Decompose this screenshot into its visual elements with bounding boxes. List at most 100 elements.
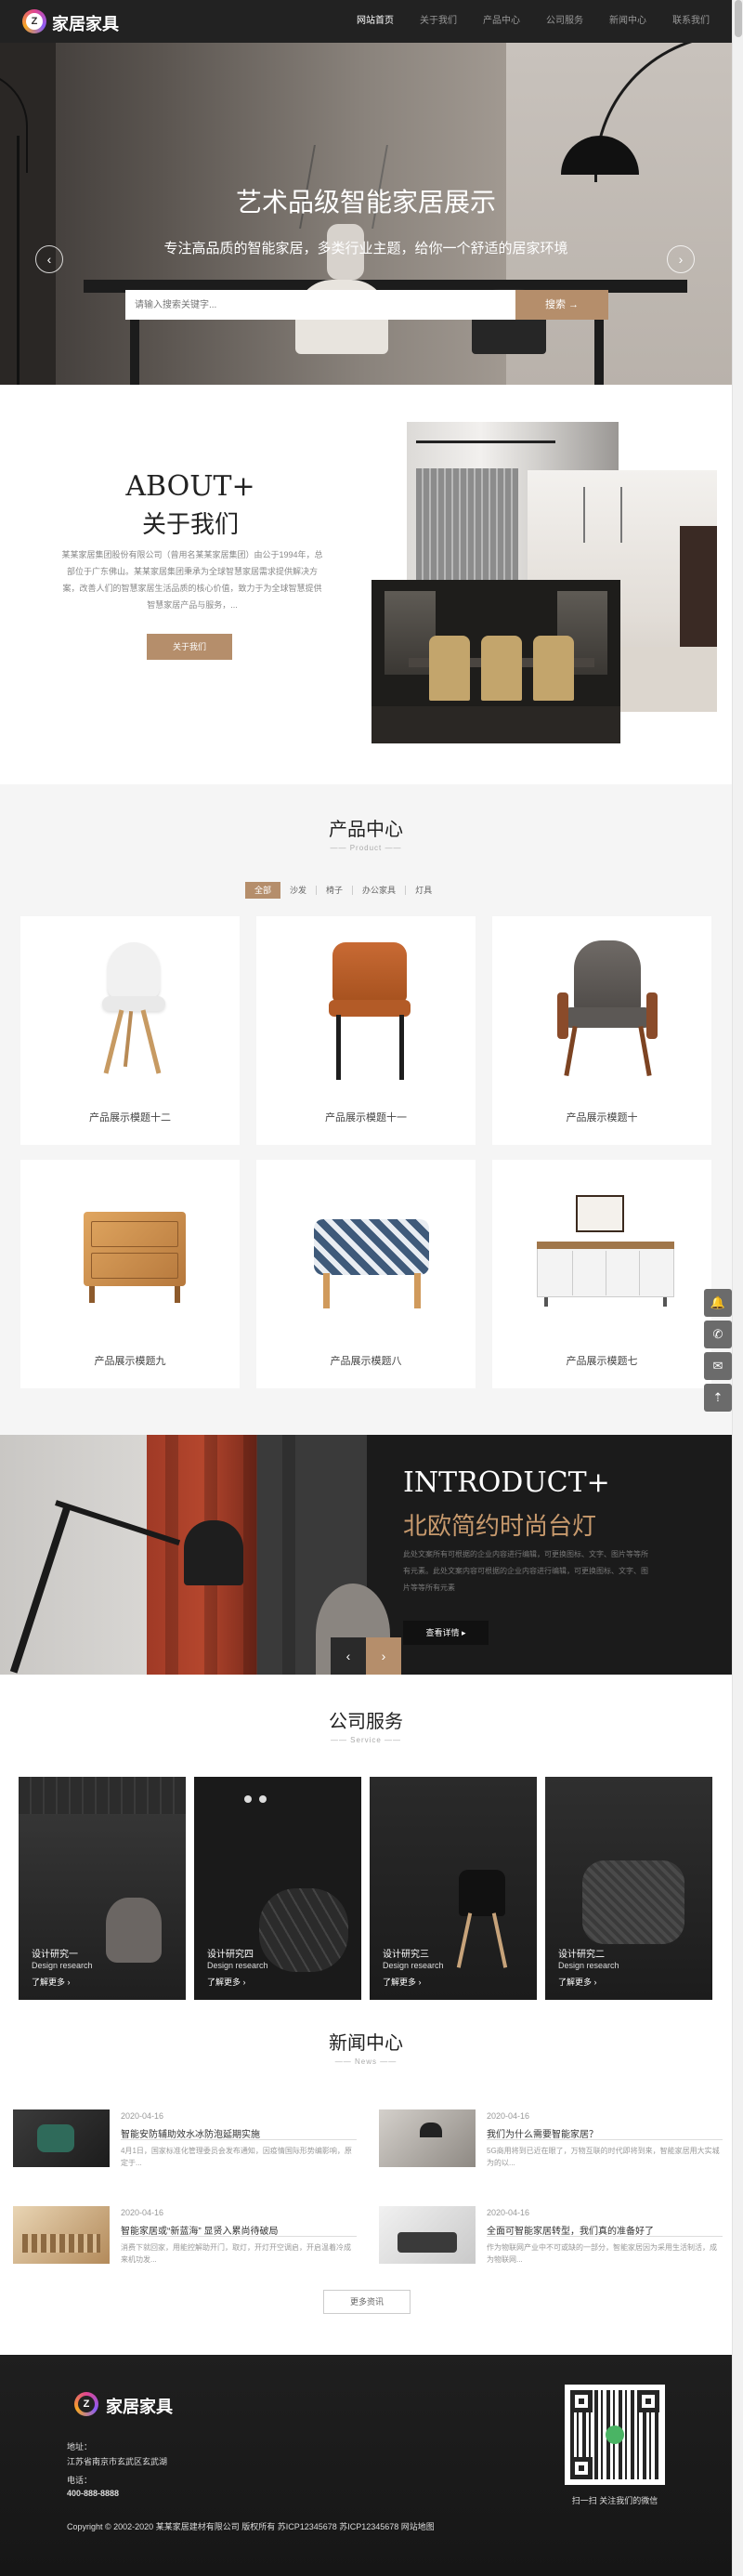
curtain-fold xyxy=(282,1435,295,1675)
hero-next-arrow[interactable]: › xyxy=(667,245,695,273)
tab-all[interactable]: 全部 xyxy=(245,882,281,899)
cabinet xyxy=(680,526,717,647)
news-title-link[interactable]: 智能家居或“新蓝海” 显贤入累尚待破局 xyxy=(121,2223,278,2237)
logo-text[interactable]: 家居家具 xyxy=(52,11,119,35)
news-subtitle: —— News —— xyxy=(334,2057,398,2066)
logo-letter: Z xyxy=(26,13,43,30)
product-image-ottoman xyxy=(292,1176,440,1344)
product-card[interactable]: 产品展示模题七 xyxy=(492,1160,711,1388)
news-item[interactable]: 2020-04-16 智能安防辅助效水冰防泡延期实施 4月1日，国家标准化管理委… xyxy=(13,2109,357,2175)
header: Z 家居家具 网站首页 关于我们 产品中心 公司服务 新闻中心 联系我们 xyxy=(0,0,732,43)
intro-title-en: INTRODUCT+ xyxy=(403,1466,610,1499)
page-scrollbar[interactable] xyxy=(732,0,743,2576)
arrow-right-icon: → xyxy=(568,299,580,310)
about-description: 某某家居集团股份有限公司（曾用名某某家居集团）由公于1994年，总部位于广东佛山… xyxy=(61,550,323,610)
back-to-top-icon[interactable]: ⇡ xyxy=(704,1384,732,1412)
hero-title: 艺术品级智能家居展示 xyxy=(235,187,496,217)
intro-section: INTRODUCT+ 北欧简约时尚台灯 此处文案所有可根据的企业内容进行编辑，可… xyxy=(0,1435,732,1675)
product-card[interactable]: 产品展示模题十一 xyxy=(256,916,476,1145)
service-subtitle: Design research xyxy=(558,1961,619,1970)
service-title: 设计研究四 xyxy=(207,1950,254,1960)
footer-logo-icon[interactable]: Z xyxy=(74,2392,98,2416)
news-date: 2020-04-16 xyxy=(487,2208,530,2217)
phone-label: 电话： xyxy=(67,2476,93,2485)
service-title: 设计研究三 xyxy=(383,1950,429,1960)
footer: Z 家居家具 地址： 江苏省南京市玄武区玄武湖 电话： 400-888-8888… xyxy=(0,2355,732,2576)
more-news-button[interactable]: 更多资讯 xyxy=(323,2290,411,2314)
product-name: 产品展示模题九 xyxy=(94,1356,166,1367)
hero-banner: 艺术品级智能家居展示 专注高品质的智能家居，多类行业主题，给你一个舒适的居家环境… xyxy=(0,43,732,385)
divider xyxy=(121,2236,357,2237)
product-card[interactable]: 产品展示模题十 xyxy=(492,916,711,1145)
services-subtitle: —— Service —— xyxy=(330,1736,402,1744)
bell-icon[interactable]: 🔔 xyxy=(704,1289,732,1317)
divider xyxy=(487,2236,723,2237)
logo-icon[interactable]: Z xyxy=(22,9,46,33)
nav-item-about[interactable]: 关于我们 xyxy=(407,0,470,43)
phone-icon[interactable]: ✆ xyxy=(704,1321,732,1348)
search-input[interactable] xyxy=(125,290,515,320)
nav-item-products[interactable]: 产品中心 xyxy=(470,0,533,43)
product-card[interactable]: 产品展示模题八 xyxy=(256,1160,476,1388)
news-item[interactable]: 2020-04-16 智能家居或“新蓝海” 显贤入累尚待破局 消费下就回家，用能… xyxy=(13,2206,357,2271)
intro-next-arrow[interactable]: › xyxy=(366,1637,401,1675)
qr-corner xyxy=(637,2390,659,2412)
page: Z 家居家具 网站首页 关于我们 产品中心 公司服务 新闻中心 联系我们 艺术品… xyxy=(0,0,743,2576)
product-name: 产品展示模题八 xyxy=(330,1356,402,1367)
nav-item-contact[interactable]: 联系我们 xyxy=(659,0,723,43)
product-card[interactable]: 产品展示模题十二 xyxy=(20,916,240,1145)
products-title: 产品中心 xyxy=(329,820,403,840)
intro-prev-arrow[interactable]: ‹ xyxy=(331,1637,366,1675)
qr-corner xyxy=(570,2390,593,2412)
service-title: 设计研究一 xyxy=(32,1950,78,1960)
news-item[interactable]: 2020-04-16 我们为什么需要智能家居？ 5G商用将到已近在眼了，万物互联… xyxy=(379,2109,723,2175)
pendant-light xyxy=(583,487,585,543)
product-image-nightstand xyxy=(56,1176,204,1344)
main-nav: 网站首页 关于我们 产品中心 公司服务 新闻中心 联系我们 xyxy=(344,0,723,43)
service-subtitle: Design research xyxy=(32,1961,93,1970)
about-button[interactable]: 关于我们 xyxy=(147,634,232,660)
tab-chair[interactable]: 椅子 xyxy=(317,882,352,899)
qr-logo-icon xyxy=(606,2425,624,2444)
footer-logo-text[interactable]: 家居家具 xyxy=(106,2394,173,2418)
news-title-link[interactable]: 我们为什么需要智能家居？ xyxy=(487,2126,598,2140)
service-more-link[interactable]: 了解更多 › xyxy=(558,1976,597,1988)
service-card[interactable]: 设计研究三 Design research 了解更多 › xyxy=(370,1777,537,2000)
service-more-link[interactable]: 了解更多 › xyxy=(32,1976,71,1988)
wechat-icon[interactable]: ✉ xyxy=(704,1352,732,1380)
news-item[interactable]: 2020-04-16 全面可智能家居转型，我们真的准备好了 作为物联网产业中不可… xyxy=(379,2206,723,2271)
intro-description: 此处文案所有可根据的企业内容进行编辑，可更换图标、文字、图片等等所有元素。此处文… xyxy=(403,1550,648,1592)
chair xyxy=(481,636,522,701)
tab-office[interactable]: 办公家具 xyxy=(353,882,405,899)
news-thumbnail xyxy=(379,2109,476,2167)
service-card[interactable]: 设计研究一 Design research 了解更多 › xyxy=(19,1777,186,2000)
hero-prev-arrow[interactable]: ‹ xyxy=(35,245,63,273)
product-card[interactable]: 产品展示模题九 xyxy=(20,1160,240,1388)
floating-toolbar: 🔔 ✆ ✉ ⇡ xyxy=(704,1289,732,1415)
search-button-label: 搜索 xyxy=(544,299,566,310)
qr-pattern xyxy=(570,2390,659,2479)
service-more-link[interactable]: 了解更多 › xyxy=(207,1976,246,1988)
products-subtitle: —— Product —— xyxy=(330,844,402,852)
tab-sofa[interactable]: 沙发 xyxy=(280,882,316,899)
service-more-link[interactable]: 了解更多 › xyxy=(383,1976,422,1988)
service-card[interactable]: 设计研究二 Design research 了解更多 › xyxy=(545,1777,712,2000)
product-name: 产品展示模题十二 xyxy=(89,1112,171,1124)
news-summary: 5G商用将到已近在眼了，万物互联的时代即将到来，智能家居用大实城为的以... xyxy=(487,2147,720,2167)
products-section: 产品中心 —— Product —— 全部 沙发 椅子 办公家具 灯具 产品展示… xyxy=(0,784,732,1435)
pendant-light xyxy=(620,487,622,543)
scrollbar-thumb[interactable] xyxy=(735,0,742,37)
about-title-en: ABOUT+ xyxy=(125,470,255,503)
news-summary: 作为物联网产业中不可或缺的一部分，智能家居因为采用生活制活，成为物联网... xyxy=(487,2243,717,2264)
window-blind xyxy=(416,468,518,580)
nav-item-news[interactable]: 新闻中心 xyxy=(596,0,659,43)
service-card[interactable]: 设计研究四 Design research 了解更多 › xyxy=(194,1777,361,2000)
news-title-link[interactable]: 全面可智能家居转型，我们真的准备好了 xyxy=(487,2223,654,2237)
intro-detail-button[interactable]: 查看详情 ▸ xyxy=(403,1621,489,1645)
tab-lamp[interactable]: 灯具 xyxy=(406,882,441,899)
nav-item-services[interactable]: 公司服务 xyxy=(533,0,596,43)
nav-item-home[interactable]: 网站首页 xyxy=(344,0,407,43)
search-button[interactable]: 搜索 → xyxy=(515,290,608,320)
news-title-link[interactable]: 智能安防辅助效水冰防泡延期实施 xyxy=(121,2126,260,2140)
product-image-leather-chair xyxy=(292,933,440,1100)
